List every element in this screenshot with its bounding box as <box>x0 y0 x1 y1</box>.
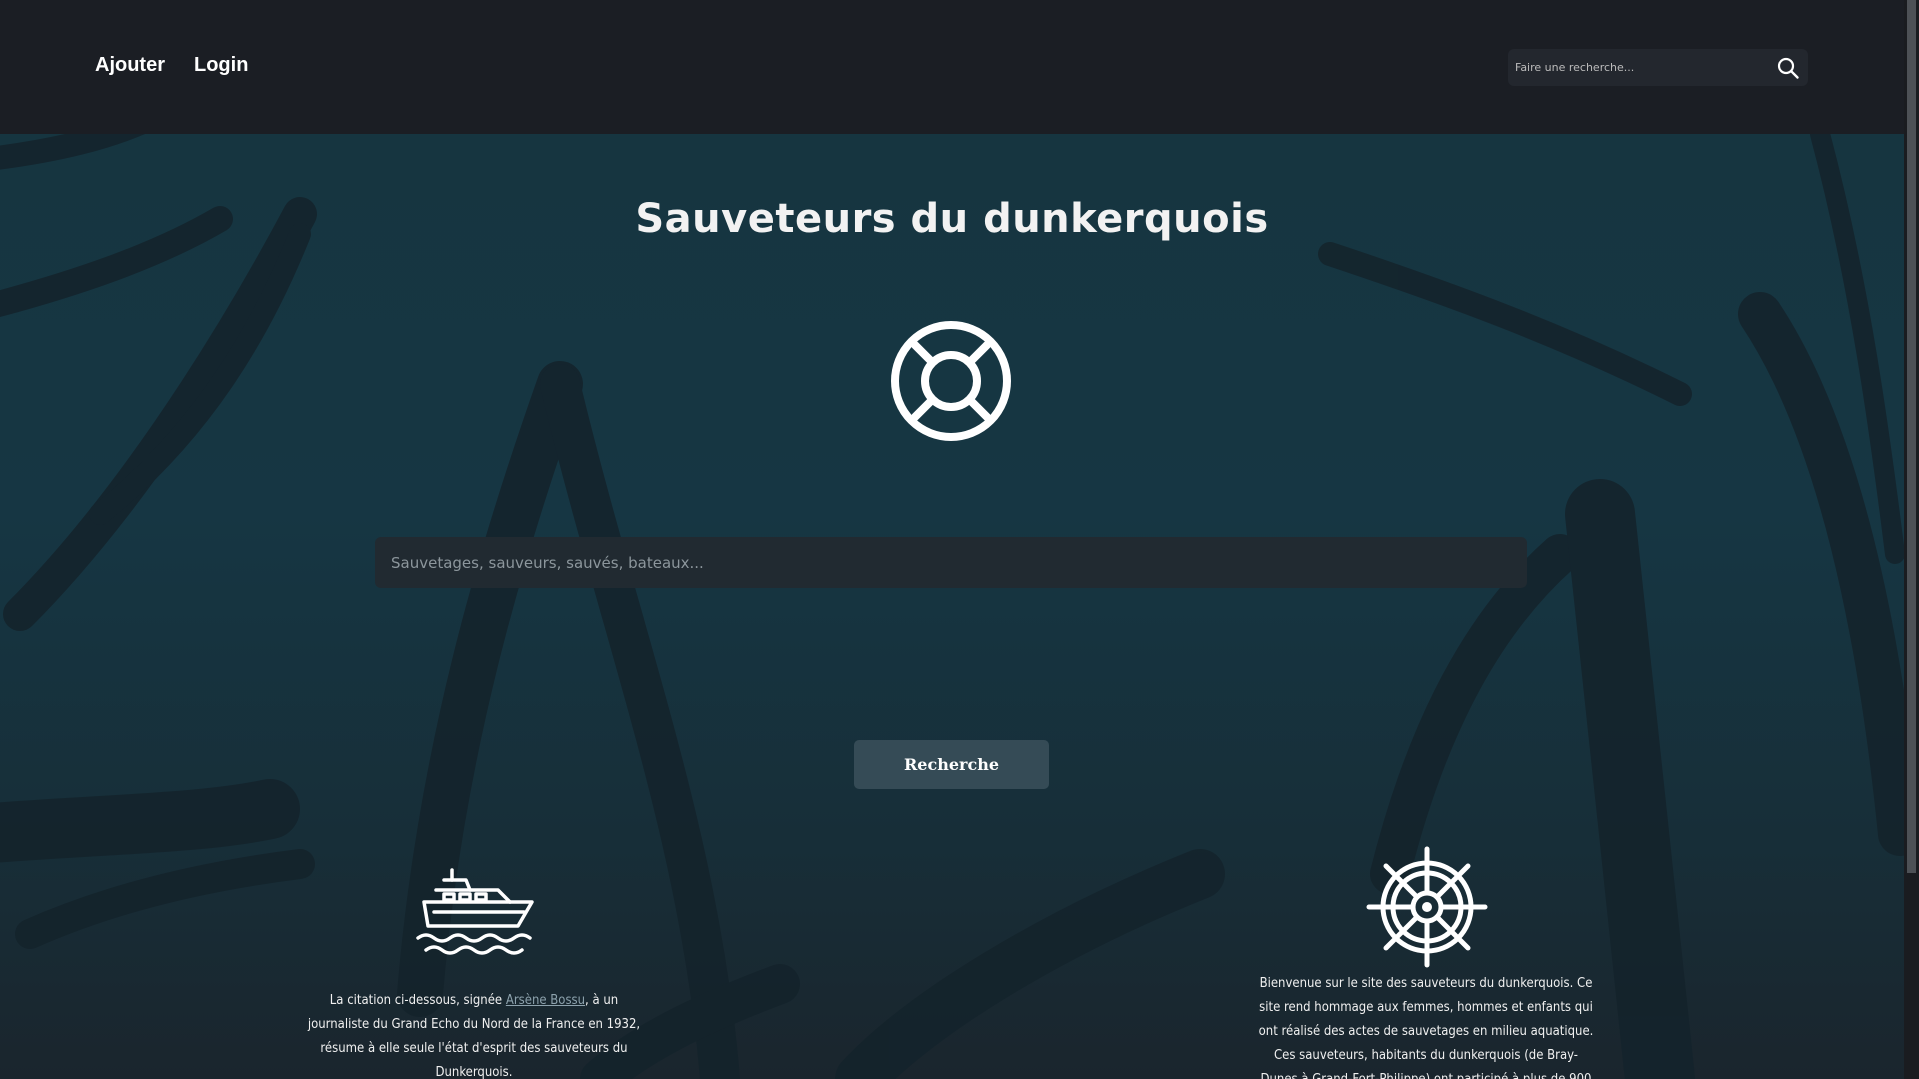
feature-right-text: Bienvenue sur le site des sauveteurs du … <box>1258 976 1594 1079</box>
arsene-bossu-link[interactable]: Arsène Bossu <box>506 993 585 1008</box>
recherche-button[interactable]: Recherche <box>854 740 1049 789</box>
nav-add-link[interactable]: Ajouter <box>95 54 165 77</box>
page-title: Sauveteurs du dunkerquois <box>635 196 1269 242</box>
main-search-input[interactable] <box>375 537 1527 588</box>
boat-icon <box>416 868 534 955</box>
page-scrollbar[interactable] <box>1904 0 1919 1079</box>
hero-section: Sauveteurs du dunkerquois Recherche La c… <box>0 134 1904 1079</box>
ship-wheel-icon <box>1366 846 1488 968</box>
feature-left-text-start: La citation ci-dessous, signée <box>329 993 506 1008</box>
nav-login-link[interactable]: Login <box>194 54 248 77</box>
scrollbar-thumb[interactable] <box>1907 0 1916 873</box>
search-icon[interactable] <box>1776 56 1800 80</box>
header-search <box>1508 49 1808 86</box>
lifebuoy-icon <box>891 321 1011 441</box>
header-search-input[interactable] <box>1508 49 1765 86</box>
top-navbar: Ajouter Login <box>0 0 1904 134</box>
background-swirls <box>0 134 1904 1079</box>
feature-left-text: La citation ci-dessous, signée Arsène Bo… <box>306 989 642 1079</box>
